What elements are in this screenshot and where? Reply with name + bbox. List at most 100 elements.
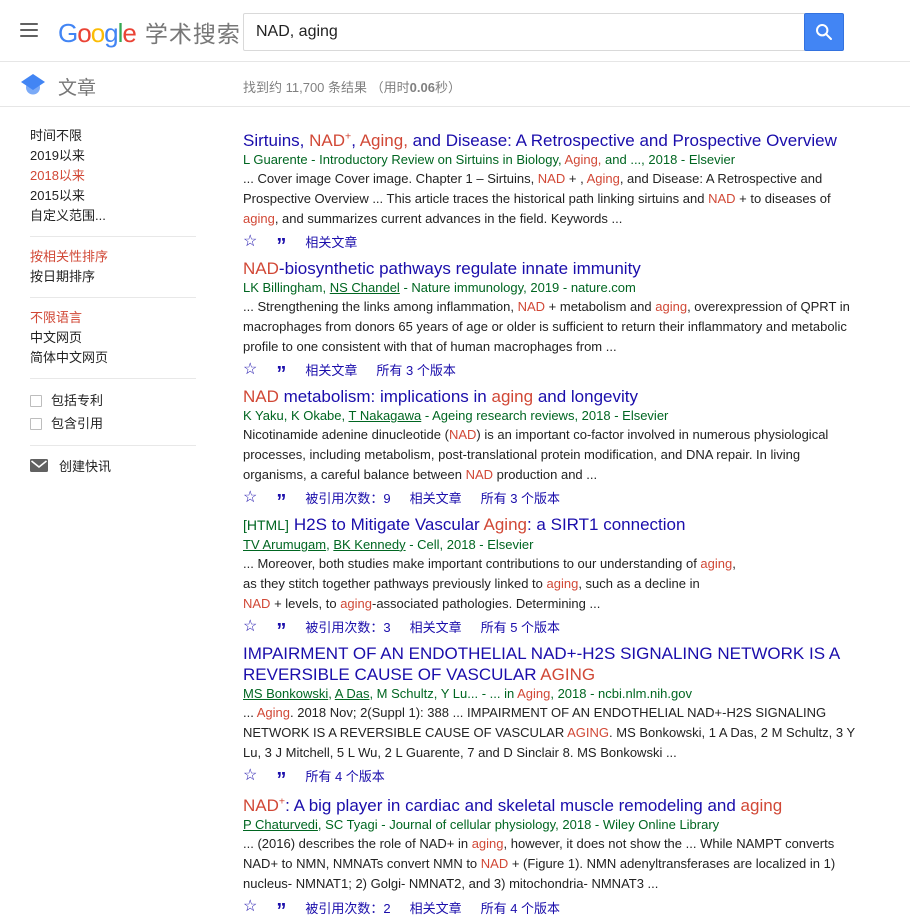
sidebar-language-link[interactable]: 简体中文网页	[30, 348, 210, 368]
cite-quote-icon[interactable]: ”	[276, 236, 286, 256]
result-action-links: 相关文章	[305, 232, 357, 251]
result-title-link[interactable]: NAD-biosynthetic pathways regulate innat…	[243, 259, 641, 278]
scholar-logo[interactable]: Google 学术搜索	[58, 15, 241, 49]
result-actions: ☆ ” 相关文章 所有 3 个版本	[243, 360, 855, 384]
result-actions: ☆ ” 被引用次数：3 相关文章 所有 5 个版本	[243, 617, 855, 641]
result-action-link[interactable]: 被引用次数：3	[305, 617, 390, 636]
checkbox-label: 包含引用	[51, 416, 104, 431]
result-authors-line[interactable]: K Yaku, K Okabe, T Nakagawa - Ageing res…	[243, 407, 855, 425]
cite-quote-icon[interactable]: ”	[276, 492, 286, 512]
sidebar-language-link[interactable]: 不限语言	[30, 308, 210, 328]
result-format-label: [HTML]	[243, 516, 289, 533]
sidebar-divider	[30, 378, 196, 379]
save-star-icon[interactable]: ☆	[243, 618, 257, 636]
date-filter-group: 时间不限 2019以来 2018以来 2015以来 自定义范围...	[30, 126, 210, 226]
cite-quote-icon[interactable]: ”	[276, 364, 286, 384]
result-title-row: [HTML] H2S to Mitigate Vascular Aging: a …	[243, 514, 855, 536]
cite-quote-icon[interactable]: ”	[276, 770, 286, 790]
result-action-link[interactable]: 相关文章	[410, 617, 462, 636]
sidebar-checkbox-row[interactable]: 包括专利	[30, 389, 210, 412]
result-actions: ☆ ” 被引用次数：9 相关文章 所有 3 个版本	[243, 488, 855, 512]
result-action-links: 被引用次数：3 相关文章 所有 5 个版本	[305, 617, 560, 636]
toolbar: 文章 找到约 11,700 条结果 （用时0.06秒）	[0, 63, 910, 107]
result-action-link[interactable]: 被引用次数：2	[305, 898, 390, 917]
result-action-links: 被引用次数：9 相关文章 所有 3 个版本	[305, 488, 560, 507]
menu-icon[interactable]	[20, 23, 38, 39]
search-input[interactable]	[243, 13, 805, 51]
result-action-links: 相关文章 所有 3 个版本	[305, 360, 455, 379]
result-snippet: ... Cover image Cover image. Chapter 1 –…	[243, 170, 831, 226]
save-star-icon[interactable]: ☆	[243, 233, 257, 251]
result-title-row: NAD-biosynthetic pathways regulate innat…	[243, 258, 855, 279]
result-action-link[interactable]: 相关文章	[410, 898, 462, 917]
save-star-icon[interactable]: ☆	[243, 489, 257, 507]
sort-filter-group: 按相关性排序 按日期排序	[30, 247, 210, 287]
sidebar-divider	[30, 445, 196, 446]
result-actions: ☆ ” 相关文章	[243, 232, 855, 256]
result-authors-line[interactable]: P Chaturvedi, SC Tyagi - Journal of cell…	[243, 816, 855, 834]
result-snippet: ... (2016) describes the role of NAD+ in…	[243, 836, 836, 892]
result-snippet: ... Moreover, both studies make importan…	[243, 555, 736, 611]
result-title-link[interactable]: H2S to Mitigate Vascular Aging: a SIRT1 …	[294, 515, 686, 534]
result-authors-line[interactable]: TV Arumugam, BK Kennedy - Cell, 2018 - E…	[243, 536, 855, 554]
result-authors-line[interactable]: MS Bonkowski, A Das, M Schultz, Y Lu... …	[243, 685, 855, 703]
checkbox-label: 包括专利	[51, 393, 104, 408]
search-result: NAD metabolism: implications in aging an…	[243, 386, 855, 512]
result-action-link[interactable]: 所有 4 个版本	[481, 898, 560, 917]
result-action-link[interactable]: 相关文章	[410, 488, 462, 507]
result-actions: ☆ ” 被引用次数：2 相关文章 所有 4 个版本	[243, 898, 855, 921]
result-action-link[interactable]: 相关文章	[305, 232, 357, 251]
result-action-links: 所有 4 个版本	[305, 766, 384, 785]
result-title-link[interactable]: Sirtuins, NAD+, Aging, and Disease: A Re…	[243, 130, 837, 150]
include-options-group: 包括专利 包含引用	[30, 389, 210, 435]
result-title-row: NAD+: A big player in cardiac and skelet…	[243, 792, 855, 817]
sidebar-sort-link[interactable]: 按相关性排序	[30, 247, 210, 267]
results-stats: 找到约 11,700 条结果 （用时0.06秒）	[243, 80, 461, 95]
result-snippet: ... Strengthening the links among inflam…	[243, 298, 850, 354]
create-alert-link[interactable]: 创建快讯	[30, 456, 210, 475]
sidebar-filter-link[interactable]: 自定义范围...	[30, 206, 210, 226]
language-filter-group: 不限语言 中文网页 简体中文网页	[30, 308, 210, 368]
result-authors-line[interactable]: L Guarente - Introductory Review on Sirt…	[243, 151, 855, 169]
search-result: NAD-biosynthetic pathways regulate innat…	[243, 258, 855, 384]
envelope-icon	[30, 459, 48, 472]
sidebar-filter-link[interactable]: 2015以来	[30, 186, 210, 206]
sidebar-checkbox-row[interactable]: 包含引用	[30, 412, 210, 435]
save-star-icon[interactable]: ☆	[243, 767, 257, 785]
sidebar-filter-link[interactable]: 2018以来	[30, 166, 210, 186]
sidebar-language-link[interactable]: 中文网页	[30, 328, 210, 348]
result-action-links: 被引用次数：2 相关文章 所有 4 个版本	[305, 898, 560, 917]
result-action-link[interactable]: 所有 4 个版本	[305, 766, 384, 785]
search-button[interactable]	[804, 13, 844, 51]
result-title-link[interactable]: NAD+: A big player in cardiac and skelet…	[243, 796, 782, 816]
checkbox-icon[interactable]	[30, 394, 42, 407]
cite-quote-icon[interactable]: ”	[276, 901, 286, 921]
sidebar-filter-link[interactable]: 时间不限	[30, 126, 210, 146]
result-authors-line[interactable]: LK Billingham, NS Chandel - Nature immun…	[243, 279, 855, 297]
result-action-link[interactable]: 被引用次数：9	[305, 488, 390, 507]
result-title-row: IMPAIRMENT OF AN ENDOTHELIAL NAD+-H2S SI…	[243, 643, 855, 685]
result-action-link[interactable]: 所有 3 个版本	[376, 360, 455, 379]
cite-quote-icon[interactable]: ”	[276, 621, 286, 641]
sidebar-sort-link[interactable]: 按日期排序	[30, 267, 210, 287]
articles-tab-icon	[21, 74, 45, 95]
save-star-icon[interactable]: ☆	[243, 361, 257, 379]
filters-sidebar: 时间不限 2019以来 2018以来 2015以来 自定义范围... 按相关性排…	[30, 126, 210, 475]
result-action-link[interactable]: 所有 5 个版本	[481, 617, 560, 636]
sidebar-filter-link[interactable]: 2019以来	[30, 146, 210, 166]
result-title-row: NAD metabolism: implications in aging an…	[243, 386, 855, 407]
search-icon	[816, 24, 832, 40]
result-title-link[interactable]: IMPAIRMENT OF AN ENDOTHELIAL NAD+-H2S SI…	[243, 644, 839, 684]
result-snippet: ... Aging. 2018 Nov; 2(Suppl 1): 388 ...…	[243, 704, 855, 760]
result-title-link[interactable]: NAD metabolism: implications in aging an…	[243, 387, 638, 406]
checkbox-icon[interactable]	[30, 417, 42, 430]
results-list: Sirtuins, NAD+, Aging, and Disease: A Re…	[243, 126, 855, 923]
result-action-link[interactable]: 所有 3 个版本	[481, 488, 560, 507]
result-actions: ☆ ” 所有 4 个版本	[243, 766, 855, 790]
result-title-row: Sirtuins, NAD+, Aging, and Disease: A Re…	[243, 126, 855, 151]
tab-articles[interactable]: 文章	[58, 73, 96, 100]
scholar-logo-suffix: 学术搜索	[144, 21, 241, 47]
header: Google 学术搜索	[0, 0, 910, 62]
result-action-link[interactable]: 相关文章	[305, 360, 357, 379]
save-star-icon[interactable]: ☆	[243, 898, 257, 916]
